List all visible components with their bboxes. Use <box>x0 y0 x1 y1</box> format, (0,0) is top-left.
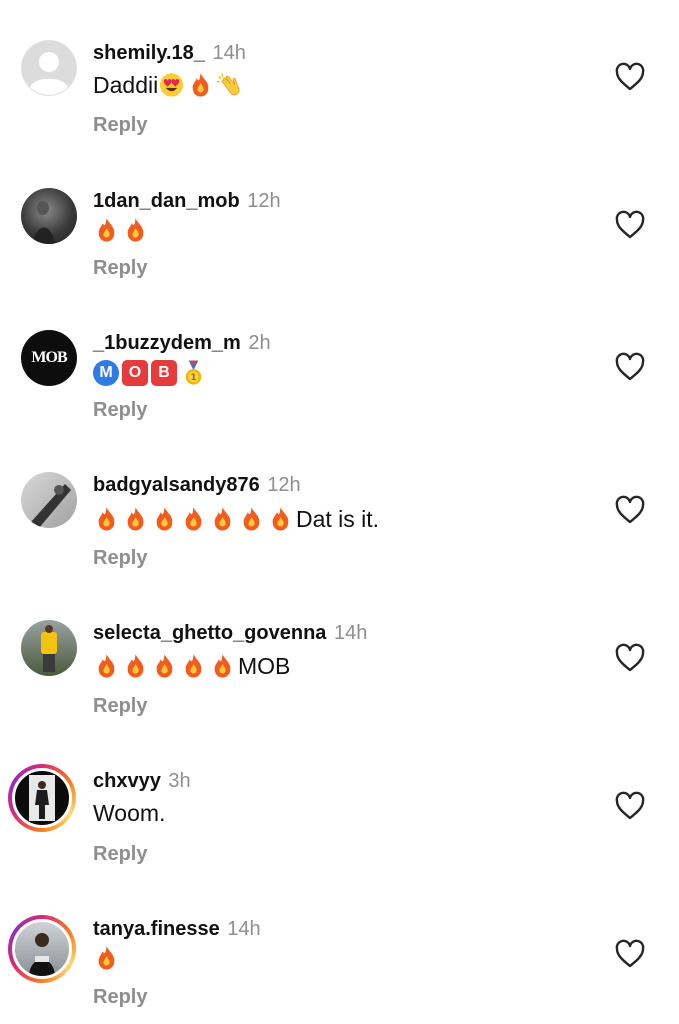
fire-emoji <box>127 507 144 531</box>
fire-emoji <box>156 654 173 678</box>
profile-photo-icon <box>31 484 71 528</box>
comment-time: 12h <box>247 190 281 212</box>
clapping-hands-emoji <box>217 73 240 96</box>
heart-eyes-emoji <box>160 73 184 97</box>
comment-text-row: Daddii <box>93 71 245 99</box>
avatar-logo-text: MOB <box>31 349 67 366</box>
heart-icon[interactable] <box>614 210 646 240</box>
svg-text:1: 1 <box>190 373 196 383</box>
profile-photo-icon <box>41 625 57 672</box>
avatar <box>12 919 72 979</box>
avatar-with-story-ring[interactable] <box>8 915 76 983</box>
profile-photo-icon <box>29 775 55 821</box>
comment-username[interactable]: badgyalsandy876 <box>93 474 260 496</box>
heart-icon[interactable] <box>614 495 646 525</box>
comment-text-row: M O B 1 <box>93 359 209 387</box>
fire-emoji <box>156 507 173 531</box>
fire-emoji <box>98 507 115 531</box>
reply-button[interactable]: Reply <box>93 257 147 280</box>
profile-photo-icon <box>29 933 55 976</box>
b-badge-emoji: B <box>151 360 177 386</box>
avatar[interactable] <box>21 472 77 528</box>
comment-time: 12h <box>267 474 301 496</box>
comment-username[interactable]: _1buzzydem_m <box>93 332 241 354</box>
fire-emoji <box>127 218 144 242</box>
comment-time: 14h <box>333 622 368 644</box>
comment-text-row: Woom. <box>93 799 165 827</box>
comment-time: 14h <box>212 42 246 64</box>
comment-time: 14h <box>227 918 261 940</box>
reply-button[interactable]: Reply <box>93 399 147 422</box>
comment-text: MOB <box>238 653 291 679</box>
fire-emoji <box>98 946 115 970</box>
comment-text-row: Dat is it. <box>93 505 379 533</box>
reply-button[interactable]: Reply <box>93 114 147 137</box>
heart-icon[interactable] <box>614 62 646 92</box>
heart-icon[interactable] <box>614 352 646 382</box>
comment-text-row <box>93 216 151 244</box>
avatar[interactable] <box>21 188 77 244</box>
comment-time: 2h <box>248 332 271 354</box>
comment-username[interactable]: shemily.18_ <box>93 42 205 64</box>
comment-text: Daddii <box>93 72 159 98</box>
reply-button[interactable]: Reply <box>93 843 147 866</box>
fire-emoji <box>214 507 231 531</box>
reply-button[interactable]: Reply <box>93 695 147 718</box>
fire-emoji <box>98 218 115 242</box>
reply-button[interactable]: Reply <box>93 986 147 1009</box>
avatar[interactable] <box>21 40 77 96</box>
comment-username[interactable]: selecta_ghetto_govenna <box>93 622 326 644</box>
avatar[interactable]: MOB <box>21 330 77 386</box>
comment-text-row: MOB <box>93 652 290 680</box>
heart-icon[interactable] <box>614 643 646 673</box>
fire-emoji <box>272 507 289 531</box>
fire-emoji <box>192 73 209 97</box>
fire-emoji <box>243 507 260 531</box>
comment-text-row <box>93 944 122 972</box>
comment-text: Dat is it. <box>296 506 380 532</box>
heart-icon[interactable] <box>614 791 646 821</box>
heart-icon[interactable] <box>614 939 646 969</box>
o-badge-emoji: O <box>122 360 148 386</box>
avatar[interactable] <box>21 620 77 676</box>
m-badge-emoji: M <box>93 360 119 386</box>
avatar-with-story-ring[interactable] <box>8 764 76 832</box>
fire-emoji <box>185 507 202 531</box>
medal-emoji: 1 <box>185 360 202 385</box>
avatar <box>12 768 72 828</box>
reply-button[interactable]: Reply <box>93 547 147 570</box>
comment-username[interactable]: chxvyy <box>93 770 161 792</box>
fire-emoji <box>185 654 202 678</box>
comment-username[interactable]: 1dan_dan_mob <box>93 190 240 212</box>
comment-text: Woom. <box>93 800 166 826</box>
fire-emoji <box>127 654 144 678</box>
comment-username[interactable]: tanya.finesse <box>93 918 220 940</box>
fire-emoji <box>98 654 115 678</box>
comment-time: 3h <box>168 770 191 792</box>
fire-emoji <box>214 654 231 678</box>
profile-photo-icon <box>33 201 55 244</box>
default-avatar-icon <box>22 41 76 95</box>
